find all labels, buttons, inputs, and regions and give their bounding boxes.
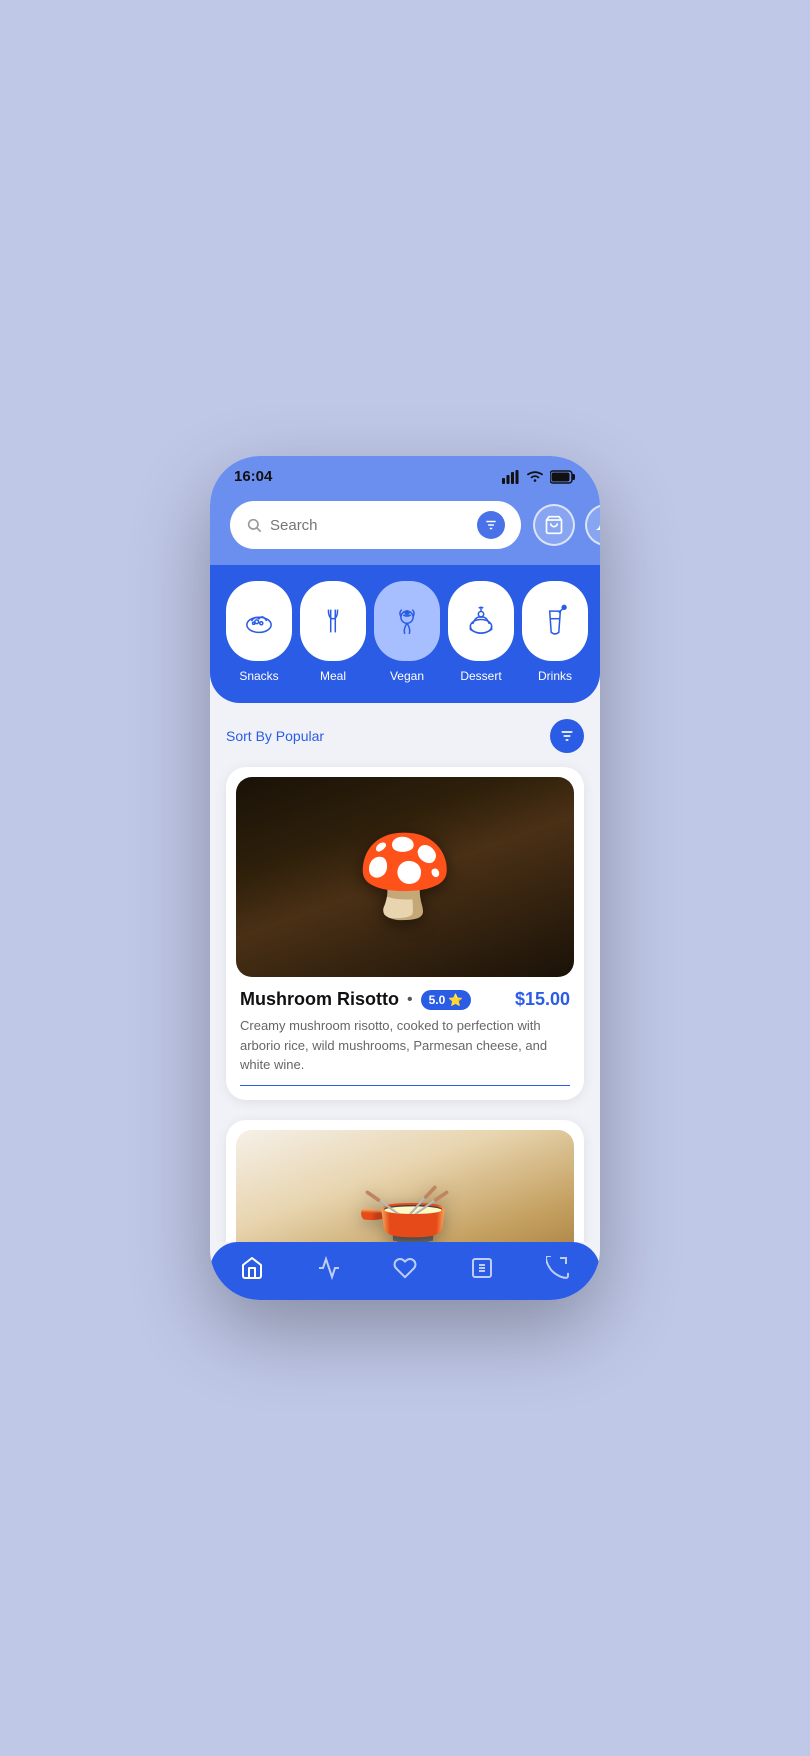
meal-label: Meal — [320, 669, 346, 683]
meal-icon-wrap — [300, 581, 366, 661]
search-icon — [246, 517, 262, 533]
heart-icon — [393, 1256, 417, 1280]
snacks-icon — [240, 602, 278, 640]
search-input[interactable] — [270, 517, 469, 534]
header-area — [210, 493, 600, 565]
header-icons — [533, 504, 600, 546]
orders-icon — [317, 1256, 341, 1280]
categories-section: Snacks Meal — [210, 565, 600, 703]
broccoli-lasagna-image — [236, 1130, 574, 1243]
search-filter-button[interactable] — [477, 511, 505, 539]
rating-badge-mushroom: 5.0 ⭐ — [421, 990, 472, 1010]
nav-orders-button[interactable] — [317, 1256, 341, 1280]
sort-filter-button[interactable] — [550, 719, 584, 753]
category-dessert[interactable]: Dessert — [448, 581, 514, 683]
nav-support-button[interactable] — [546, 1256, 570, 1280]
food-card-broccoli-lasagna[interactable]: Broccoli Lasagna • 4.0 ⭐ $12.99 Tender b… — [226, 1120, 584, 1243]
drinks-label: Drinks — [538, 669, 572, 683]
bell-icon — [596, 515, 600, 535]
search-bar[interactable] — [230, 501, 521, 549]
phone-frame: 16:04 — [210, 456, 600, 1300]
bell-button[interactable] — [585, 504, 600, 546]
dessert-label: Dessert — [460, 669, 501, 683]
bottom-nav — [210, 1242, 600, 1300]
food-card-mushroom-risotto[interactable]: Mushroom Risotto • 5.0 ⭐ $15.00 Creamy m… — [226, 767, 584, 1100]
meal-icon — [314, 602, 352, 640]
food-info-mushroom: Mushroom Risotto • 5.0 ⭐ $15.00 Creamy m… — [226, 977, 584, 1100]
dessert-icon-wrap — [448, 581, 514, 661]
battery-icon — [550, 470, 576, 484]
nav-favorites-button[interactable] — [393, 1256, 417, 1280]
drinks-icon — [536, 602, 574, 640]
status-icons — [502, 470, 576, 484]
food-price-mushroom: $15.00 — [515, 989, 570, 1010]
list-icon — [470, 1256, 494, 1280]
dessert-icon — [462, 602, 500, 640]
category-meal[interactable]: Meal — [300, 581, 366, 683]
status-bar: 16:04 — [210, 456, 600, 493]
home-icon — [240, 1256, 264, 1280]
snacks-label: Snacks — [239, 669, 278, 683]
main-content: Sort By Popular Mushroom Risotto • — [210, 703, 600, 1242]
mushroom-risotto-image — [236, 777, 574, 977]
categories-row: Snacks Meal — [226, 581, 584, 683]
category-snacks[interactable]: Snacks — [226, 581, 292, 683]
food-title-row-mushroom: Mushroom Risotto • 5.0 ⭐ $15.00 — [240, 989, 570, 1010]
wifi-icon — [526, 470, 544, 484]
search-row — [230, 501, 580, 549]
sort-filter-icon — [559, 728, 575, 744]
nav-home-button[interactable] — [240, 1256, 264, 1280]
snacks-icon-wrap — [226, 581, 292, 661]
category-drinks[interactable]: Drinks — [522, 581, 588, 683]
food-title-left-mushroom: Mushroom Risotto • 5.0 ⭐ — [240, 989, 471, 1010]
vegan-label: Vegan — [390, 669, 424, 683]
bag-button[interactable] — [533, 504, 575, 546]
signal-icon — [502, 470, 520, 484]
status-time: 16:04 — [234, 468, 272, 485]
food-name-mushroom: Mushroom Risotto — [240, 989, 399, 1010]
support-icon — [546, 1256, 570, 1280]
sort-row: Sort By Popular — [226, 719, 584, 753]
vegan-icon-wrap — [374, 581, 440, 661]
drinks-icon-wrap — [522, 581, 588, 661]
food-desc-mushroom: Creamy mushroom risotto, cooked to perfe… — [240, 1016, 570, 1075]
vegan-icon — [388, 602, 426, 640]
card-divider-mushroom — [240, 1085, 570, 1086]
filter-icon — [484, 518, 498, 532]
bag-icon — [544, 515, 564, 535]
sort-label: Sort By Popular — [226, 728, 324, 744]
nav-list-button[interactable] — [470, 1256, 494, 1280]
category-vegan[interactable]: Vegan — [374, 581, 440, 683]
